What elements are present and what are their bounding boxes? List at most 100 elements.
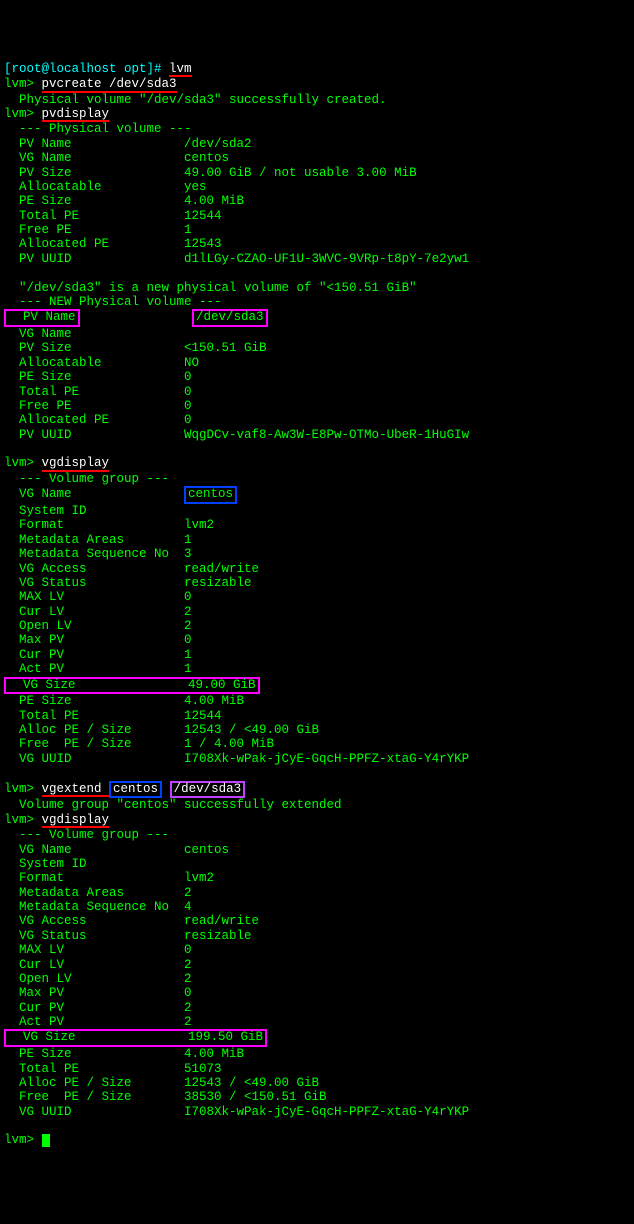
max-pv-value: 0 [184, 986, 192, 1000]
format-value: lvm2 [184, 518, 214, 532]
allocatable-label: Allocatable [4, 356, 184, 370]
max-lv-value: 0 [184, 943, 192, 957]
free-pe-value: 1 / 4.00 MiB [184, 737, 274, 751]
max-pv-label: Max PV [4, 986, 184, 1000]
cmd-pvdisplay: pvdisplay [42, 108, 110, 123]
alloc-pe-label: Alloc PE / Size [4, 723, 184, 737]
max-pv-label: Max PV [4, 633, 184, 647]
act-pv-value: 1 [184, 662, 192, 676]
cur-lv-label: Cur LV [4, 958, 184, 972]
pe-size-value: 4.00 MiB [184, 1047, 244, 1061]
vg-name-value-highlight: centos [184, 486, 237, 504]
cmd-vgdisplay: vgdisplay [42, 457, 110, 472]
pvcreate-output: Physical volume "/dev/sda3" successfully… [4, 93, 387, 107]
alloc-pe-label: Alloc PE / Size [4, 1076, 184, 1090]
open-lv-value: 2 [184, 619, 192, 633]
blank-line [4, 266, 27, 280]
pv-header: --- Physical volume --- [4, 122, 192, 136]
vg-status-label: VG Status [4, 576, 184, 590]
allocatable-label: Allocatable [4, 180, 184, 194]
cur-pv-value: 1 [184, 648, 192, 662]
free-pe-value: 0 [184, 399, 192, 413]
alloc-pe-value: 0 [184, 413, 192, 427]
pe-size-value: 4.00 MiB [184, 194, 244, 208]
act-pv-label: Act PV [4, 1015, 184, 1029]
alloc-pe-label: Allocated PE [4, 413, 184, 427]
terminal-output: [root@localhost opt]# lvm lvm> pvcreate … [4, 62, 630, 1148]
vg-name-label: VG Name [4, 487, 184, 501]
pv-uuid-value: WqgDCv-vaf8-Aw3W-E8Pw-OTMo-UbeR-1HuGIw [184, 428, 469, 442]
total-pe-value: 51073 [184, 1062, 222, 1076]
meta-areas-label: Metadata Areas [4, 886, 184, 900]
vg-name-label: VG Name [4, 151, 184, 165]
lvm-prompt: lvm> [4, 107, 42, 121]
lvm-prompt: lvm> [4, 456, 42, 470]
meta-seq-label: Metadata Sequence No [4, 900, 184, 914]
total-pe-value: 0 [184, 385, 192, 399]
pe-size-value: 4.00 MiB [184, 694, 244, 708]
pe-size-value: 0 [184, 370, 192, 384]
lvm-prompt: lvm> [4, 782, 42, 796]
free-pe-label: Free PE / Size [4, 1090, 184, 1104]
vg-name-label: VG Name [4, 327, 184, 341]
alloc-pe-value: 12543 [184, 237, 222, 251]
total-pe-label: Total PE [4, 209, 184, 223]
vg-uuid-value: I708Xk-wPak-jCyE-GqcH-PPFZ-xtaG-Y4rYKP [184, 752, 469, 766]
pv-size-value: 49.00 GiB / not usable 3.00 MiB [184, 166, 417, 180]
pv-uuid-value: d1lLGy-CZAO-UF1U-3WVC-9VRp-t8pY-7e2yw1 [184, 252, 469, 266]
vg-uuid-label: VG UUID [4, 752, 184, 766]
total-pe-value: 12544 [184, 709, 222, 723]
pv-size-label: PV Size [4, 166, 184, 180]
vg-status-value: resizable [184, 929, 252, 943]
pv-uuid-label: PV UUID [4, 252, 184, 266]
vg-name-value: centos [184, 151, 229, 165]
format-label: Format [4, 871, 184, 885]
blank-line [4, 766, 27, 780]
total-pe-label: Total PE [4, 1062, 184, 1076]
open-lv-label: Open LV [4, 619, 184, 633]
max-lv-label: MAX LV [4, 590, 184, 604]
meta-seq-value: 4 [184, 900, 192, 914]
allocatable-value: NO [184, 356, 199, 370]
cmd-lvm: lvm [169, 63, 192, 78]
vg-name-label: VG Name [4, 843, 184, 857]
lvm-prompt: lvm> [4, 813, 42, 827]
lvm-prompt: lvm> [4, 77, 42, 91]
vg-header: --- Volume group --- [4, 472, 169, 486]
vg-uuid-label: VG UUID [4, 1105, 184, 1119]
pe-size-label: PE Size [4, 1047, 184, 1061]
free-pe-label: Free PE / Size [4, 737, 184, 751]
pv-size-value: <150.51 GiB [184, 341, 267, 355]
cur-lv-value: 2 [184, 605, 192, 619]
total-pe-label: Total PE [4, 709, 184, 723]
free-pe-value: 38530 / <150.51 GiB [184, 1090, 327, 1104]
new-pv-msg: "/dev/sda3" is a new physical volume of … [4, 281, 417, 295]
alloc-pe-value: 12543 / <49.00 GiB [184, 1076, 319, 1090]
cur-pv-label: Cur PV [4, 1001, 184, 1015]
pv-name-label: PV Name [4, 137, 184, 151]
cursor[interactable] [42, 1134, 50, 1147]
meta-areas-value: 2 [184, 886, 192, 900]
shell-prompt: [root@localhost opt]# [4, 62, 169, 76]
pv-name-value-highlight: /dev/sda3 [192, 309, 268, 327]
vg-status-value: resizable [184, 576, 252, 590]
max-pv-value: 0 [184, 633, 192, 647]
allocatable-value: yes [184, 180, 207, 194]
meta-seq-value: 3 [184, 547, 192, 561]
vg-size-highlight: VG Size 199.50 GiB [4, 1029, 267, 1047]
vg-header: --- Volume group --- [4, 828, 169, 842]
vg-access-label: VG Access [4, 562, 184, 576]
cmd-vgdisplay: vgdisplay [42, 814, 110, 829]
vg-status-label: VG Status [4, 929, 184, 943]
format-value: lvm2 [184, 871, 214, 885]
free-pe-value: 1 [184, 223, 192, 237]
lvm-prompt[interactable]: lvm> [4, 1133, 42, 1147]
vg-uuid-value: I708Xk-wPak-jCyE-GqcH-PPFZ-xtaG-Y4rYKP [184, 1105, 469, 1119]
pe-size-label: PE Size [4, 370, 184, 384]
pv-name-value: /dev/sda2 [184, 137, 252, 151]
meta-seq-label: Metadata Sequence No [4, 547, 184, 561]
system-id-label: System ID [4, 857, 184, 871]
vgextend-arg-pv: /dev/sda3 [170, 781, 246, 799]
cmd-vgextend: vgextend [42, 783, 110, 798]
total-pe-label: Total PE [4, 385, 184, 399]
